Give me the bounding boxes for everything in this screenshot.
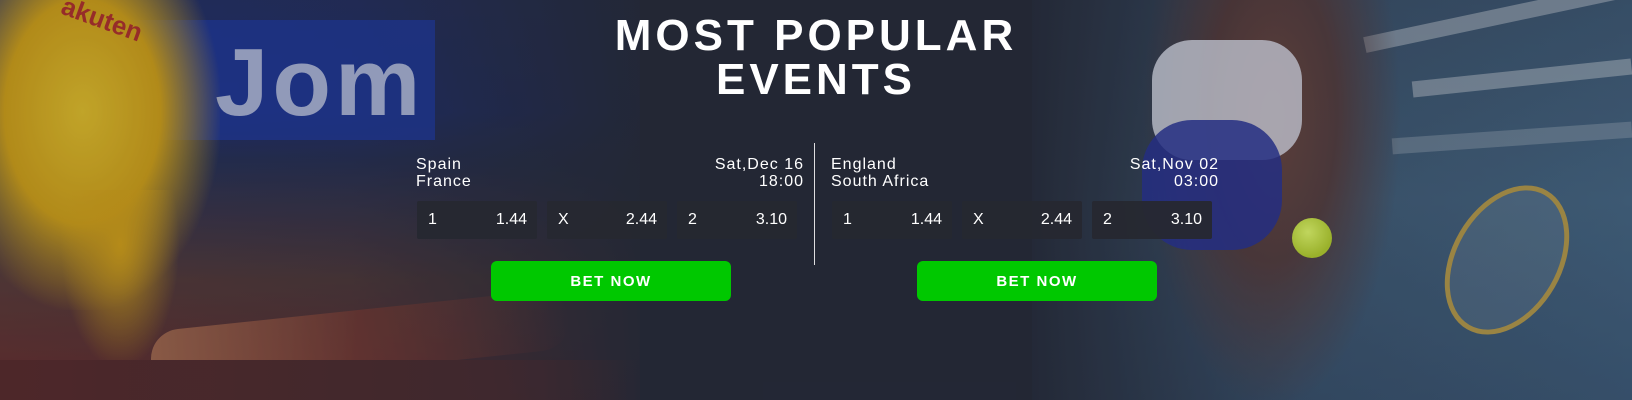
odd-home-button[interactable]: 1 1.44 — [832, 201, 952, 239]
team-home: Spain — [416, 156, 462, 173]
odd-value: 2.44 — [1040, 211, 1072, 228]
odds-row-2: 1 1.44 X 2.44 2 3.10 — [832, 201, 1212, 239]
event-card-2: England South Africa Sat,Nov 02 03:00 — [831, 150, 1219, 190]
odd-away-button[interactable]: 2 3.10 — [677, 201, 797, 239]
event-header: Spain France Sat,Dec 16 18:00 — [416, 150, 804, 190]
odd-value: 3.10 — [755, 211, 787, 228]
team-home: England — [831, 156, 897, 173]
page-title: MOST POPULAR EVENTS — [0, 14, 1632, 102]
odd-draw-button[interactable]: X 2.44 — [962, 201, 1082, 239]
event-header: England South Africa Sat,Nov 02 03:00 — [831, 150, 1219, 190]
event-time: 18:00 — [758, 173, 804, 190]
odd-draw-button[interactable]: X 2.44 — [547, 201, 667, 239]
odd-away-button[interactable]: 2 3.10 — [1092, 201, 1212, 239]
odd-label: 1 — [843, 211, 852, 228]
event-datetime: Sat,Dec 16 18:00 — [715, 156, 804, 190]
odd-value: 1.44 — [495, 211, 527, 228]
event-teams: England South Africa — [831, 156, 929, 190]
bet-now-button[interactable]: BET NOW — [491, 261, 731, 301]
title-line-1: MOST POPULAR — [614, 11, 1018, 60]
event-card-1: Spain France Sat,Dec 16 18:00 — [416, 150, 804, 190]
bet-now-button[interactable]: BET NOW — [917, 261, 1157, 301]
event-time: 03:00 — [1173, 173, 1219, 190]
odd-value: 3.10 — [1170, 211, 1202, 228]
event-teams: Spain France — [416, 156, 472, 190]
odd-label: X — [558, 211, 569, 228]
team-away: France — [416, 173, 472, 190]
odd-label: 2 — [1103, 211, 1112, 228]
event-datetime: Sat,Nov 02 03:00 — [1130, 156, 1219, 190]
event-date: Sat,Dec 16 — [714, 156, 804, 173]
odd-home-button[interactable]: 1 1.44 — [417, 201, 537, 239]
odds-row-1: 1 1.44 X 2.44 2 3.10 — [417, 201, 797, 239]
event-divider — [814, 143, 815, 265]
title-line-2: EVENTS — [715, 55, 917, 104]
odd-value: 2.44 — [625, 211, 657, 228]
team-away: South Africa — [831, 173, 930, 190]
event-date: Sat,Nov 02 — [1129, 156, 1219, 173]
odd-label: 1 — [428, 211, 437, 228]
odd-value: 1.44 — [910, 211, 942, 228]
odd-label: X — [973, 211, 984, 228]
odd-label: 2 — [688, 211, 697, 228]
